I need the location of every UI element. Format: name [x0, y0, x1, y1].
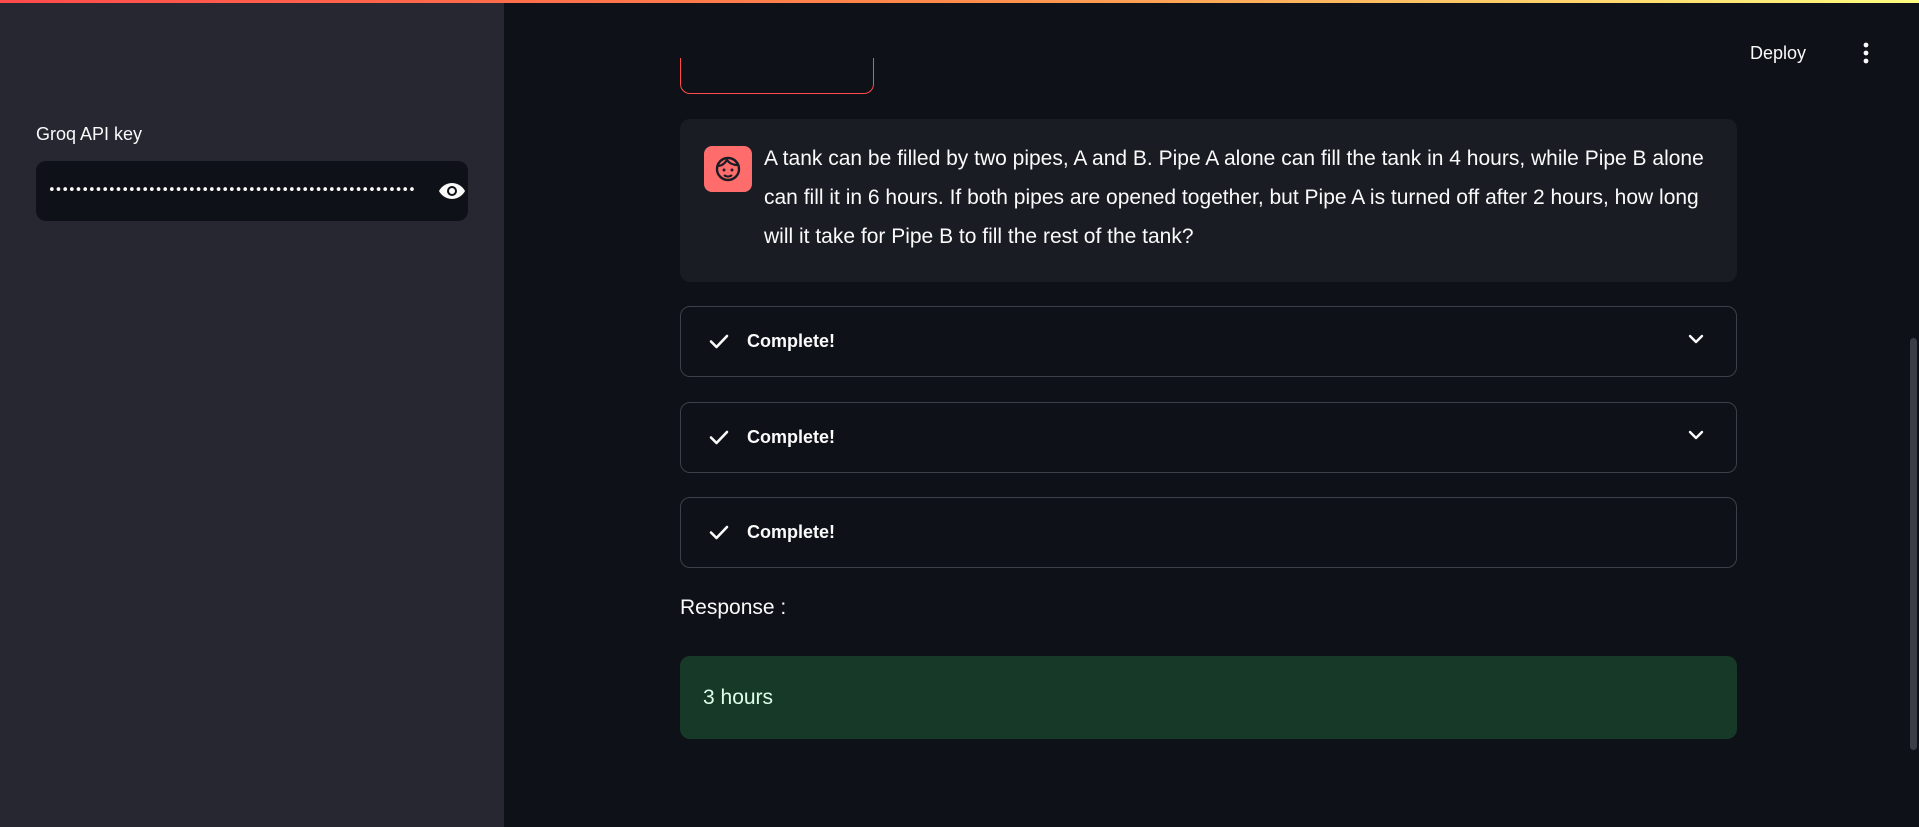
previous-button-edge[interactable]: [680, 58, 874, 94]
status-label: Complete!: [747, 522, 836, 542]
check-icon: [709, 334, 729, 349]
status-label: Complete!: [747, 427, 836, 447]
chat-message-user: A tank can be filled by two pipes, A and…: [680, 119, 1737, 282]
check-icon: [709, 430, 729, 445]
check-icon: [709, 525, 729, 540]
status-expander[interactable]: Complete!: [680, 306, 1737, 377]
api-key-input[interactable]: ••••••••••••••••••••••••••••••••••••••••…: [48, 161, 416, 221]
scrollbar[interactable]: [1910, 338, 1917, 750]
response-value: 3 hours: [703, 686, 774, 709]
deploy-button[interactable]: Deploy: [1750, 38, 1806, 68]
chat-message-text: A tank can be filled by two pipes, A and…: [764, 147, 1704, 248]
api-key-field[interactable]: ••••••••••••••••••••••••••••••••••••••••…: [36, 161, 468, 221]
user-face-icon: [704, 146, 752, 192]
api-key-label: Groq API key: [36, 124, 143, 144]
success-alert: 3 hours: [680, 656, 1737, 739]
chevron-down-icon[interactable]: [1686, 329, 1706, 349]
chevron-down-icon[interactable]: [1686, 425, 1706, 445]
sidebar: Groq API key •••••••••••••••••••••••••••…: [0, 0, 504, 827]
status-expander[interactable]: Complete!: [680, 402, 1737, 473]
eye-icon[interactable]: [436, 177, 468, 205]
status-label: Complete!: [747, 331, 836, 351]
status-expander[interactable]: Complete!: [680, 497, 1737, 568]
header-decoration: [0, 0, 1919, 3]
response-heading: Response :: [680, 596, 787, 619]
kebab-menu-icon[interactable]: [1854, 38, 1878, 68]
